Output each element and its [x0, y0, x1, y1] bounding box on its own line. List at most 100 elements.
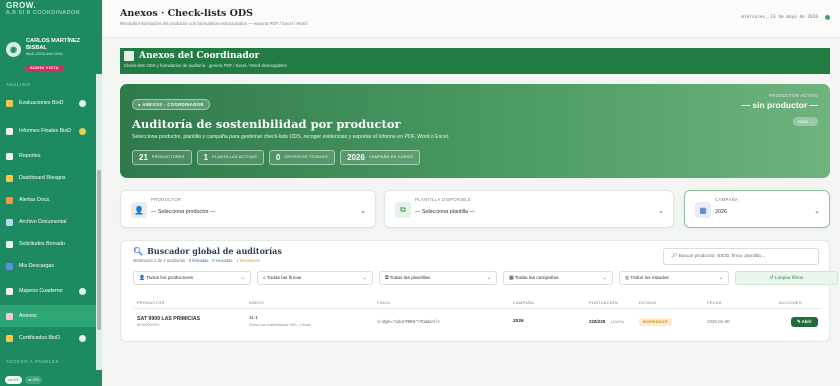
row-annex: 11.1 [249, 316, 258, 321]
filter-bar: 👤 Todos los productores ⌄ ⌂ Todas las fin… [133, 271, 838, 285]
stat-label: PRODUCTORES [151, 155, 185, 159]
sidebar-item-label: Mis Descargas [19, 262, 55, 269]
sidebar-item-archivo-documental[interactable]: Archivo Documental [0, 211, 102, 233]
archive-icon [6, 218, 13, 226]
campaign-selector[interactable]: ▦ CAMPAÑA 2026 ⌄ [684, 190, 830, 228]
sidebar-item-solicitudes-borrado[interactable]: Solicitudes Borrado [0, 233, 102, 255]
summary-prefix: Mostrando 1 de 1 auditorías · [133, 258, 189, 263]
sidebar-menu: Evaluaciones BioD Informes Finales BioD Re… [0, 89, 102, 349]
search-input[interactable]: 🔎︎ Buscar productor, BIOD, finca, planti… [663, 248, 819, 265]
stat-number: 2026 [347, 152, 365, 162]
col-annex: ANEXO [249, 300, 265, 305]
sidebar-top: GROW. A.B SI.B COORDINADOR [0, 0, 102, 22]
filter-farms[interactable]: ⌂ Todas las fincas ⌄ [257, 271, 373, 285]
sidebar-item-label: Certificados BioD [19, 334, 60, 341]
map-icon [6, 287, 13, 295]
filter-label: 👤 Todos los productores [139, 275, 194, 281]
col-score: PUNTUACIÓN [589, 300, 618, 305]
download-icon [6, 262, 13, 270]
active-producer-value: — sin productor — [741, 100, 819, 110]
sidebar-item-anexos[interactable]: Anexos [0, 305, 102, 327]
stat-label: CRITERIOS TOTALES [284, 155, 329, 159]
sidebar-item-mapeos-cuaderno[interactable]: Mapeos Cuaderno [0, 277, 102, 305]
open-button[interactable]: ✎ Abrir [791, 317, 818, 327]
sidebar-item-certificados-biod[interactable]: Certificados BioD [0, 327, 102, 349]
search-title: Buscador global de auditorías [147, 246, 282, 256]
audit-search-card: 🔍︎ Buscador global de auditorías Mostrand… [120, 240, 838, 342]
producer-selector[interactable]: 👤 PRODUCTOR — Selecciona productor — ⌄ [120, 190, 376, 228]
col-campaign: CAMPAÑA [513, 300, 535, 305]
sidebar-item-label: Reportes [19, 152, 41, 159]
row-date: 2026-04-30 [707, 319, 730, 324]
campaign-label: CAMPAÑA [715, 197, 739, 202]
stat-number: 1 [203, 152, 209, 162]
clear-filters-button[interactable]: ↺ Limpiar filtros [735, 271, 838, 285]
status-dot-icon [79, 127, 86, 135]
sidebar-item-label: Archivo Documental [19, 218, 67, 225]
status-badge: BORRADOR [639, 318, 672, 326]
biod-chip: BIOD — [793, 117, 818, 126]
row-annex-sub: Check List Sostenibilidad ODS – Fincas [249, 323, 311, 327]
template-label: PLANTILLA DISPONIBLE [415, 197, 472, 202]
table-header: PRODUCTOR ANEXO FINCA CAMPAÑA PUNTUACIÓN… [133, 300, 821, 308]
divider [133, 308, 821, 309]
sidebar-item-label: Anexos [19, 312, 37, 319]
hero-description: Selecciona productor, plantilla y campañ… [132, 134, 450, 140]
search-placeholder: Buscar productor, BIOD, finca, plantilla… [678, 254, 766, 259]
stat-number: 0 [275, 152, 281, 162]
sidebar: GROW. A.B SI.B COORDINADOR ◉ CARLOS MART… [0, 0, 102, 386]
sidebar-section-label: ANÁLISIS [6, 82, 31, 87]
search-icon: 🔍︎ [133, 246, 144, 256]
sidebar-item-reportes[interactable]: Reportes [0, 145, 102, 167]
sidebar-item-dashboard-riesgos[interactable]: Dashboard Riesgos [0, 167, 102, 189]
sidebar-item-label: Dashboard Riesgos [19, 174, 66, 181]
user-id: BioD-2025-###-0001 [26, 51, 64, 56]
calendar-icon: ▦ [695, 202, 711, 218]
document-icon [6, 127, 13, 135]
col-date: FECHA [707, 300, 722, 305]
sidebar-item-evaluaciones-biod[interactable]: Evaluaciones BioD [0, 89, 102, 117]
lang-es-button[interactable]: es ES [5, 376, 22, 384]
row-score: 228/228 [589, 319, 606, 324]
user-icon: 👤 [131, 202, 147, 218]
page-subtitle: Recopila información del productor con f… [120, 21, 307, 26]
col-actions: ACCIONES [779, 300, 802, 305]
row-campaign: 2026 [513, 319, 524, 324]
main-area: Anexos · Check-lists ODS Recopila inform… [102, 0, 840, 386]
sidebar-item-mis-descargas[interactable]: Mis Descargas [0, 255, 102, 277]
clip-icon [6, 312, 13, 320]
sidebar-item-alertas-docs[interactable]: Alertas Docs. [0, 189, 102, 211]
table-row[interactable]: SAT 9909 LAS PRIMICIAS BIOD0000003 11.1 … [133, 315, 821, 333]
col-producer: PRODUCTOR [137, 300, 165, 305]
filter-templates[interactable]: ⧉ Todas las plantillas ⌄ [379, 271, 497, 285]
active-producer-panel: PRODUCTOR ACTIVO — sin productor — BIOD … [741, 93, 819, 128]
filter-producers[interactable]: 👤 Todos los productores ⌄ [133, 271, 251, 285]
campaign-select[interactable]: 2026 [715, 209, 727, 215]
template-selector[interactable]: ⧉ PLANTILLA DISPONIBLE — Selecciona plan… [384, 190, 674, 228]
sidebar-item-label: Evaluaciones BioD [19, 99, 64, 106]
col-farm: FINCA [377, 300, 391, 305]
sidebar-item-label: Alertas Docs. [19, 196, 51, 203]
chevron-down-icon: ⌄ [362, 275, 367, 281]
user-name: CARLOS MARTÍNEZ BISBAL [26, 38, 81, 51]
user-card[interactable]: ◉ CARLOS MARTÍNEZ BISBAL BioD-2025-###-0… [0, 22, 102, 72]
filter-campaigns[interactable]: ▦ Todas las campañas ⌄ [503, 271, 613, 285]
template-select[interactable]: — Selecciona plantilla — [415, 209, 475, 215]
lang-en-button[interactable]: en EN [25, 376, 42, 384]
certificate-icon [6, 334, 13, 342]
chevron-down-icon: ⌄ [360, 208, 366, 215]
stat-producers: 21 PRODUCTORES [132, 149, 192, 165]
filter-status[interactable]: ◎ Todos los estados ⌄ [619, 271, 729, 285]
page-title: Anexos · Check-lists ODS [120, 8, 254, 19]
scrollbar-thumb[interactable] [97, 170, 101, 330]
sidebar-role-line: A.B SI.B COORDINADOR [6, 10, 81, 16]
section-header: Anexos del Coordinador Check-lists ODS y… [120, 48, 830, 74]
col-status: ESTADO [639, 300, 657, 305]
chevron-down-icon: ⌄ [658, 208, 664, 215]
status-dot-icon [79, 334, 86, 342]
document-icon [124, 51, 134, 61]
sidebar-item-informes-finales-biod[interactable]: Informes Finales BioD [0, 117, 102, 145]
hero-badge: ● ANEXOS · COORDINADOR [132, 99, 210, 110]
section-subtitle: Check-lists ODS y formularios de auditor… [124, 63, 287, 68]
producer-select[interactable]: — Selecciona productor — [151, 209, 215, 215]
